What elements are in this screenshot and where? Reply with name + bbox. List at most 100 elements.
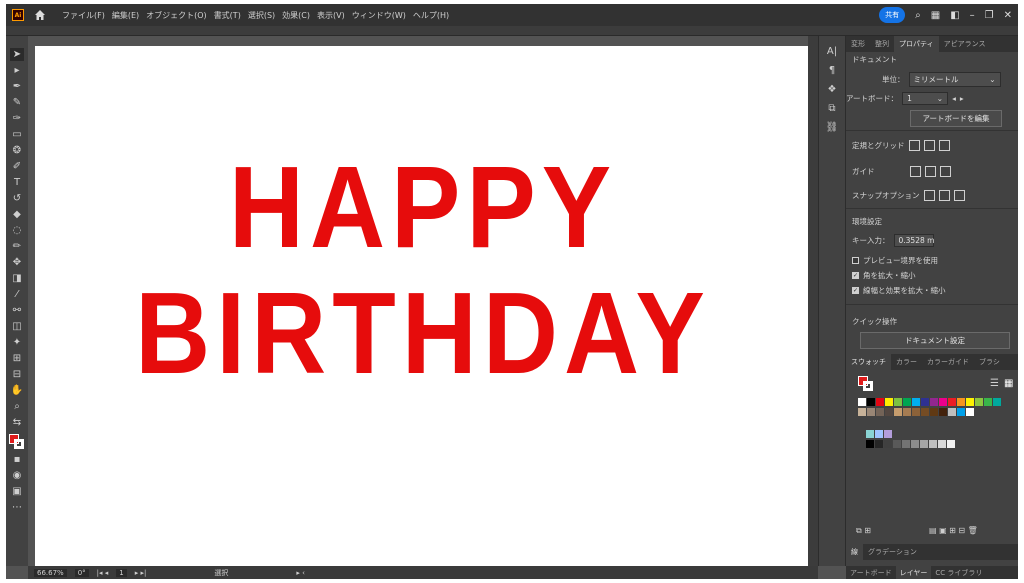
grid-icon[interactable]	[923, 140, 935, 151]
color-swatch[interactable]	[930, 408, 938, 416]
eraser-tool-icon[interactable]: ◆	[10, 208, 24, 221]
first-artboard-icon[interactable]: |◂ ◂	[97, 569, 109, 577]
color-swatch[interactable]	[993, 398, 1001, 406]
color-swatch[interactable]	[939, 408, 947, 416]
color-swatch[interactable]	[893, 440, 901, 448]
tab-artboards[interactable]: アートボード	[846, 566, 896, 580]
status-menu-icon[interactable]: ▸ ‹	[296, 569, 305, 577]
transform-panel-icon[interactable]: ⧉	[828, 103, 835, 114]
close-icon[interactable]: ✕	[1004, 10, 1012, 21]
snap-grid-icon[interactable]	[938, 190, 950, 201]
more-tools-icon[interactable]: ⋯	[10, 501, 24, 514]
next-artboard-icon[interactable]: ▸	[960, 94, 964, 103]
menu-select[interactable]: 選択(S)	[248, 10, 275, 21]
swatch-stroke-color[interactable]	[863, 381, 873, 391]
snap-point-icon[interactable]	[923, 190, 935, 201]
snap-pixel-icon[interactable]	[953, 190, 965, 201]
swatch-actions-icon[interactable]: ▤ ▣ ⊞ ⊟ 🗑	[929, 526, 978, 536]
menu-view[interactable]: 表示(V)	[317, 10, 345, 21]
slice-tool-icon[interactable]: ⊟	[10, 368, 24, 381]
restore-icon[interactable]: ❐	[985, 10, 994, 21]
rotate-tool-icon[interactable]: ↺	[10, 192, 24, 205]
color-swatch[interactable]	[939, 398, 947, 406]
color-swatch[interactable]	[884, 440, 892, 448]
color-swatch[interactable]	[929, 440, 937, 448]
color-swatch[interactable]	[920, 440, 928, 448]
color-swatch[interactable]	[938, 440, 946, 448]
color-swatch[interactable]	[966, 398, 974, 406]
screen-mode-icon[interactable]: ▣	[10, 485, 24, 498]
tab-stroke[interactable]: 線	[846, 544, 863, 560]
prev-artboard-icon[interactable]: ◂	[952, 94, 956, 103]
selection-tool-icon[interactable]: ➤	[10, 48, 24, 61]
color-swatch[interactable]	[903, 398, 911, 406]
workspace-icon[interactable]: ▦	[931, 10, 940, 21]
paintbrush-tool-icon[interactable]: ✐	[10, 160, 24, 173]
artboard-tool-icon[interactable]: ⊞	[10, 352, 24, 365]
anchor-tool-icon[interactable]: ✑	[10, 112, 24, 125]
color-mode-icon[interactable]: ▪	[10, 453, 24, 466]
lasso-tool-icon[interactable]: ◌	[10, 224, 24, 237]
pencil-tool-icon[interactable]: ✏	[10, 240, 24, 253]
color-swatch[interactable]	[876, 408, 884, 416]
color-swatch[interactable]	[903, 408, 911, 416]
panel-layout-icon[interactable]: ◧	[950, 10, 959, 21]
color-swatch[interactable]	[947, 440, 955, 448]
swap-colors-icon[interactable]: ⇆	[10, 416, 24, 429]
puppet-warp-icon[interactable]: ✥	[10, 256, 24, 269]
menu-effect[interactable]: 効果(C)	[282, 10, 310, 21]
guides-show-icon[interactable]	[910, 166, 921, 177]
search-icon[interactable]: ⌕	[915, 10, 921, 21]
smart-guides-icon[interactable]	[940, 166, 951, 177]
tab-swatches[interactable]: スウォッチ	[846, 354, 891, 370]
color-swatch[interactable]	[894, 408, 902, 416]
zoom-tool-icon[interactable]: ⌕	[10, 400, 24, 413]
gradient-tool-icon[interactable]: ◨	[10, 272, 24, 285]
share-button[interactable]: 共有	[879, 7, 906, 23]
tab-transform[interactable]: 変形	[846, 36, 870, 52]
tab-layers[interactable]: レイヤー	[895, 565, 932, 579]
vertical-scrollbar[interactable]	[808, 36, 818, 566]
fill-stroke-swatch[interactable]	[9, 434, 25, 450]
pin-tool-icon[interactable]: ✦	[10, 336, 24, 349]
direct-selection-tool-icon[interactable]: ▸	[10, 64, 24, 77]
color-swatch[interactable]	[902, 440, 910, 448]
tab-color-guide[interactable]: カラーガイド	[922, 354, 974, 370]
headline-line2[interactable]: BIRTHDAY	[35, 276, 811, 392]
shape-builder-icon[interactable]: ❂	[10, 144, 24, 157]
menu-object[interactable]: オブジェクト(O)	[146, 10, 207, 21]
type-tool-icon[interactable]: T	[10, 176, 24, 189]
color-swatch[interactable]	[957, 398, 965, 406]
edit-artboard-button[interactable]: アートボードを編集	[910, 110, 1002, 127]
swatch-library-icon[interactable]: ⧉ ⊞	[856, 526, 871, 536]
color-swatch[interactable]	[858, 398, 866, 406]
color-swatch[interactable]	[866, 440, 874, 448]
transparency-grid-icon[interactable]	[938, 140, 950, 151]
document-settings-button[interactable]: ドキュメント設定	[860, 332, 1010, 349]
color-swatch[interactable]	[867, 408, 875, 416]
color-swatch[interactable]	[930, 398, 938, 406]
tab-appearance[interactable]: アピアランス	[939, 36, 991, 52]
artboard-number[interactable]: 1	[116, 568, 127, 577]
menu-file[interactable]: ファイル(F)	[62, 10, 105, 21]
headline-line1[interactable]: HAPPY	[35, 150, 811, 266]
document-canvas[interactable]: HAPPY BIRTHDAY	[28, 36, 818, 566]
pen-tool-icon[interactable]: ✒	[10, 80, 24, 93]
menu-edit[interactable]: 編集(E)	[112, 10, 139, 21]
tab-color[interactable]: カラー	[891, 354, 922, 370]
color-swatch[interactable]	[912, 398, 920, 406]
color-swatch[interactable]	[875, 430, 883, 438]
tab-gradient[interactable]: グラデーション	[863, 544, 922, 560]
color-swatch[interactable]	[884, 430, 892, 438]
color-swatch[interactable]	[921, 398, 929, 406]
menu-help[interactable]: ヘルプ(H)	[413, 10, 449, 21]
color-swatch[interactable]	[912, 408, 920, 416]
tab-align[interactable]: 整列	[870, 36, 894, 52]
unit-select[interactable]: ミリメートル ⌄	[908, 72, 1001, 87]
color-swatch[interactable]	[921, 408, 929, 416]
menu-type[interactable]: 書式(T)	[214, 10, 241, 21]
key-increment-field[interactable]: 0.3528 m	[893, 234, 934, 247]
menu-window[interactable]: ウィンドウ(W)	[352, 10, 406, 21]
scale-strokes-checkbox[interactable]: ✓	[852, 287, 859, 294]
color-swatch[interactable]	[876, 398, 884, 406]
